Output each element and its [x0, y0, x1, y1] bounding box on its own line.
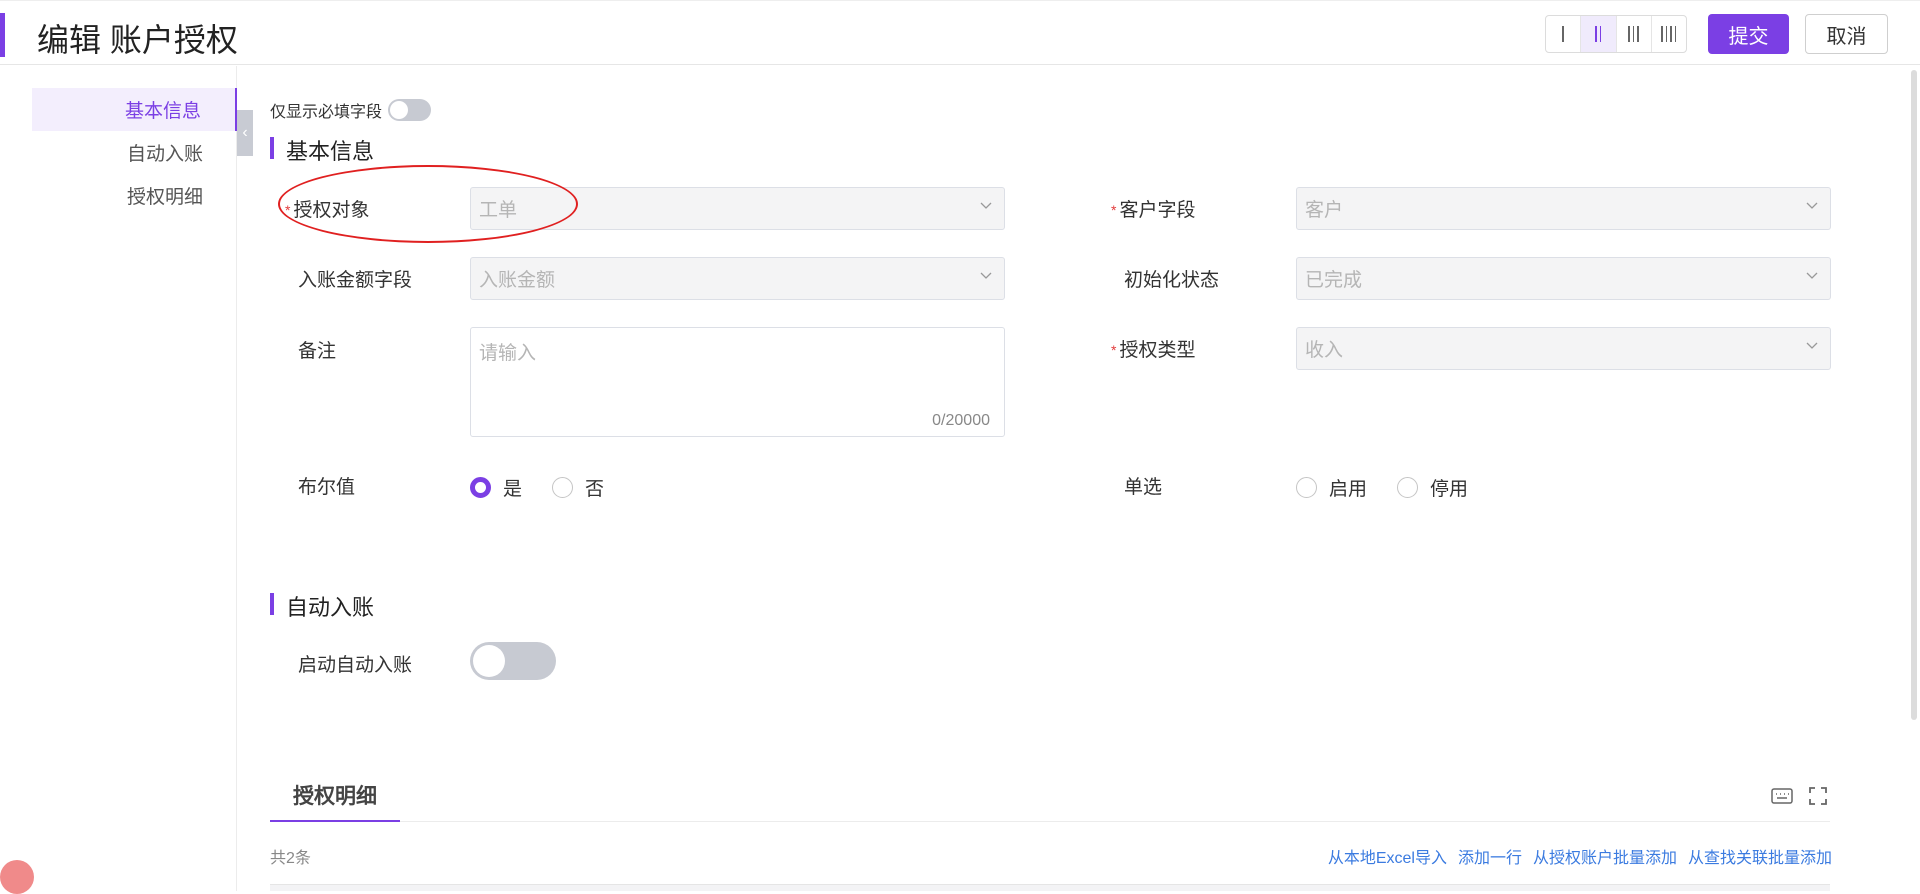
- layout-2-column-button[interactable]: [1581, 16, 1617, 52]
- auto-posting-switch[interactable]: [470, 642, 556, 680]
- two-column-icon: [1595, 26, 1602, 42]
- remark-placeholder: 请输入: [479, 343, 537, 364]
- fullscreen-icon[interactable]: [1806, 784, 1830, 808]
- bool-yes-option[interactable]: 是: [470, 474, 522, 501]
- remark-textarea[interactable]: 请输入 0/20000: [470, 327, 1005, 437]
- auth-type-label: * 授权类型: [1111, 340, 1196, 361]
- one-column-icon: [1562, 26, 1564, 42]
- customer-field-select[interactable]: 客户: [1296, 187, 1831, 230]
- required-mark: *: [285, 202, 291, 218]
- init-status-label: 初始化状态: [1124, 270, 1220, 291]
- customer-field-value: 客户: [1305, 200, 1344, 221]
- single-select-label: 单选: [1124, 477, 1163, 498]
- detail-action-links: 从本地Excel导入 添加一行 从授权账户批量添加 从查找关联批量添加: [1328, 844, 1832, 868]
- amount-field-select[interactable]: 入账金额: [470, 257, 1005, 300]
- init-status-value: 已完成: [1305, 270, 1363, 291]
- radio-unchecked[interactable]: [552, 477, 574, 498]
- add-row-link[interactable]: 添加一行: [1458, 844, 1522, 868]
- record-count: 共2条: [270, 850, 311, 867]
- submit-button[interactable]: 提交: [1708, 14, 1789, 54]
- radio-checked[interactable]: [470, 477, 491, 498]
- section-nav: 基本信息 自动入账 授权明细: [0, 66, 237, 891]
- required-only-label: 仅显示必填字段: [270, 104, 383, 121]
- batch-add-from-account-link[interactable]: 从授权账户批量添加: [1533, 844, 1677, 868]
- required-only-switch[interactable]: [388, 99, 432, 121]
- required-mark: *: [1111, 342, 1117, 358]
- bool-radio-group: 是 否: [470, 474, 634, 501]
- nav-item-auto-posting[interactable]: 自动入账: [32, 131, 237, 174]
- auth-object-label: * 授权对象: [285, 200, 370, 221]
- nav-item-basic-info[interactable]: 基本信息: [32, 88, 237, 131]
- header-accent-bar: [0, 13, 5, 57]
- enable-option[interactable]: 启用: [1296, 474, 1367, 501]
- auth-object-value: 工单: [479, 200, 518, 221]
- layout-1-column-button[interactable]: [1546, 16, 1582, 52]
- section-title-basic: 基本信息: [270, 134, 374, 166]
- chevron-down-icon: [980, 202, 992, 209]
- required-only-toggle-row: 仅显示必填字段: [270, 98, 432, 122]
- auth-type-select[interactable]: 收入: [1296, 327, 1831, 370]
- remark-label: 备注: [298, 341, 337, 362]
- layout-3-column-button[interactable]: [1617, 16, 1652, 52]
- detail-table-header: [270, 884, 1830, 891]
- page-header: 编辑 账户授权 提交 取消: [0, 0, 1920, 65]
- single-radio-group: 启用 停用: [1296, 474, 1498, 501]
- init-status-select[interactable]: 已完成: [1296, 257, 1831, 300]
- required-mark: *: [1111, 202, 1117, 218]
- amount-field-value: 入账金额: [479, 270, 556, 291]
- batch-add-from-lookup-link[interactable]: 从查找关联批量添加: [1688, 844, 1832, 868]
- page-title: 编辑 账户授权: [37, 22, 238, 58]
- radio-unchecked[interactable]: [1397, 477, 1419, 498]
- amount-field-label: 入账金额字段: [298, 270, 413, 291]
- section-title-auto: 自动入账: [270, 590, 374, 622]
- layout-4-column-button[interactable]: [1652, 16, 1686, 52]
- cancel-button[interactable]: 取消: [1805, 14, 1888, 54]
- keyboard-icon[interactable]: [1770, 784, 1794, 808]
- import-excel-link[interactable]: 从本地Excel导入: [1328, 844, 1447, 868]
- chevron-down-icon: [1806, 202, 1818, 209]
- three-column-icon: [1628, 26, 1639, 42]
- tab-auth-detail[interactable]: 授权明细: [270, 770, 400, 822]
- bool-no-option[interactable]: 否: [552, 474, 604, 501]
- auth-type-value: 收入: [1305, 340, 1344, 361]
- nav-item-auth-detail[interactable]: 授权明细: [32, 174, 237, 217]
- chevron-down-icon: [980, 272, 992, 279]
- collapse-nav-button[interactable]: ‹: [237, 110, 253, 156]
- chevron-down-icon: [1806, 272, 1818, 279]
- bool-label: 布尔值: [298, 477, 356, 498]
- radio-unchecked[interactable]: [1296, 477, 1317, 498]
- column-layout-switcher: [1545, 15, 1687, 53]
- disable-option[interactable]: 停用: [1397, 474, 1468, 501]
- floating-assistant-button[interactable]: [0, 860, 34, 894]
- customer-field-label: * 客户字段: [1111, 200, 1196, 221]
- four-column-icon: [1661, 26, 1677, 42]
- detail-tab-bar: 授权明细: [270, 770, 1830, 822]
- chevron-down-icon: [1806, 342, 1818, 349]
- chevron-left-icon: ‹: [242, 124, 248, 141]
- remark-char-count: 0/20000: [932, 412, 990, 429]
- auth-object-select[interactable]: 工单: [470, 187, 1005, 230]
- auto-posting-label: 启动自动入账: [298, 655, 413, 676]
- page-scrollbar[interactable]: [1911, 70, 1917, 720]
